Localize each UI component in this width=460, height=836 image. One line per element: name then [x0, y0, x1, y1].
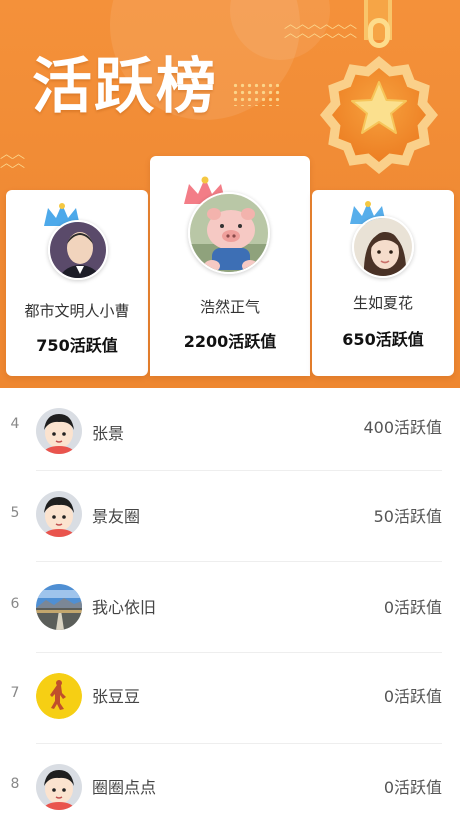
podium-score: 750活跃值: [36, 336, 118, 355]
user-name: 张豆豆: [92, 687, 141, 706]
avatar: [36, 491, 82, 537]
avatar-pig-toy: [190, 194, 268, 272]
podium-score: 650活跃值: [342, 330, 424, 349]
list-item[interactable]: 6 我心依旧 0活跃值: [0, 562, 460, 653]
avatar: [36, 408, 82, 454]
activity-score: 50活跃值: [373, 507, 442, 526]
star-icon: [351, 81, 407, 134]
avatar: [352, 216, 414, 278]
rank-number: 6: [10, 596, 20, 612]
rank-number: 8: [10, 776, 20, 792]
avatar: [36, 584, 82, 630]
list-item[interactable]: 4 张景 400活跃值: [0, 380, 460, 471]
avatar: [48, 220, 108, 280]
activity-score: 0活跃值: [383, 778, 442, 797]
medal-ring: [368, 18, 390, 48]
rank-number: 7: [10, 685, 20, 701]
decor-zigzag: ︿︿ ︿︿: [0, 147, 25, 171]
avatar-cartoon-boy: [36, 764, 82, 810]
podium-card-rank-2[interactable]: 都市文明人小曹 750活跃值: [6, 190, 148, 376]
user-name: 张景: [92, 424, 125, 443]
header-banner: ︿︿︿︿︿︿ ︿︿︿︿︿︿ ︿︿ ︿︿ 活跃榜 都市文明人小曹 750活跃值 浩…: [0, 0, 460, 388]
user-name: 圈圈点点: [92, 778, 157, 797]
avatar-girl-photo: [354, 218, 412, 276]
list-item[interactable]: 7 张豆豆 0活跃值: [0, 653, 460, 744]
avatar-cartoon-boy: [36, 491, 82, 537]
rank-number: 4: [10, 416, 20, 432]
avatar: [36, 764, 82, 810]
podium-name: 都市文明人小曹: [24, 302, 130, 320]
podium-card-rank-3[interactable]: 生如夏花 650活跃值: [312, 190, 454, 376]
podium-name: 生如夏花: [352, 294, 413, 312]
podium-name: 浩然正气: [199, 298, 260, 316]
avatar: [36, 673, 82, 719]
podium-card-rank-1[interactable]: 浩然正气 2200活跃值: [150, 156, 310, 376]
page-title: 活跃榜: [32, 52, 218, 122]
activity-score: 400活跃值: [363, 418, 442, 437]
podium-score: 2200活跃值: [183, 332, 277, 351]
list-item[interactable]: 5 景友圈 50活跃值: [0, 471, 460, 562]
avatar-yellow-figure: [36, 673, 82, 719]
activity-score: 0活跃值: [383, 687, 442, 706]
user-name: 我心依旧: [92, 598, 157, 617]
decor-dots: [232, 82, 280, 106]
user-name: 景友圈: [92, 507, 141, 526]
activity-score: 0活跃值: [383, 598, 442, 617]
avatar-cartoon-boy: [36, 408, 82, 454]
avatar: [188, 192, 270, 274]
list-item[interactable]: 8 圈圈点点 0活跃值: [0, 744, 460, 835]
decor-zigzag: ︿︿︿︿︿︿ ︿︿︿︿︿︿: [284, 17, 357, 41]
rank-number: 5: [10, 505, 20, 521]
avatar-man-photo: [50, 222, 106, 278]
avatar-landscape: [36, 584, 82, 630]
